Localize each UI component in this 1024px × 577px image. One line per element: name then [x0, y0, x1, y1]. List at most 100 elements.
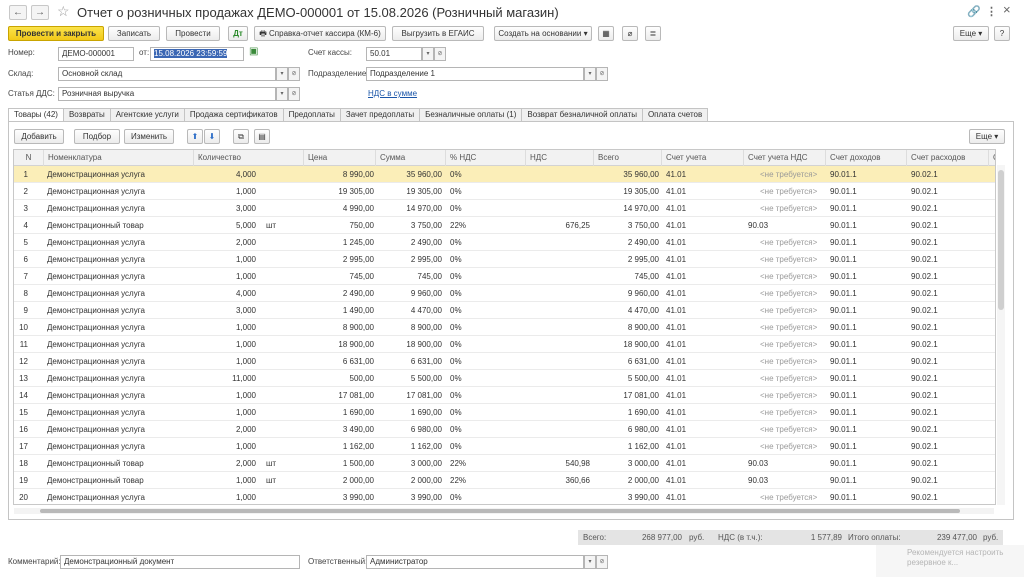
close-icon[interactable]: × — [1003, 2, 1011, 17]
responsible-open-icon[interactable]: ⊘ — [596, 555, 608, 569]
add-row-button[interactable]: Добавить — [14, 129, 64, 144]
table-cell: Демонстрационная услуга — [47, 187, 145, 196]
table-row[interactable]: 20 Демонстрационная услуга 1,000 3 990,00 3 … — [14, 489, 995, 504]
table-row[interactable]: 14 Демонстрационная услуга 1,000 17 081,00 1… — [14, 387, 995, 404]
table-row[interactable]: 15 Демонстрационная услуга 1,000 1 690,00 1 … — [14, 404, 995, 421]
help-button[interactable]: ? — [994, 26, 1010, 41]
warehouse-open-icon[interactable]: ⊘ — [288, 67, 300, 81]
table-cell: 5 500,00 — [627, 374, 659, 383]
menu-dots-icon[interactable]: ⋮ — [986, 5, 997, 18]
post-button[interactable]: Провести — [166, 26, 220, 41]
table-row[interactable]: 6 Демонстрационная услуга 1,000 2 995,00 2 9… — [14, 251, 995, 268]
forward-button[interactable]: → — [31, 5, 49, 20]
column-header[interactable]: Счет учета НДС — [744, 150, 826, 166]
copy-icon[interactable]: ⧉ — [233, 129, 249, 144]
vertical-scroll-thumb[interactable] — [998, 170, 1004, 310]
table-row[interactable]: 4 Демонстрационный товар 5,000 шт 750,00 3 75… — [14, 217, 995, 234]
warehouse-dropdown[interactable]: ▾ — [276, 67, 288, 81]
tab-certificates[interactable]: Продажа сертификатов — [183, 108, 284, 122]
tab-agent-services[interactable]: Агентские услуги — [109, 108, 185, 122]
backup-notification[interactable]: Рекомендуется настроить резервное к... — [876, 545, 1024, 577]
responsible-field[interactable]: Администратор — [366, 555, 584, 569]
calendar-icon[interactable]: ▣ — [249, 46, 261, 60]
responsible-dropdown[interactable]: ▾ — [584, 555, 596, 569]
division-field[interactable]: Подразделение 1 — [366, 67, 584, 81]
table-row[interactable]: 10 Демонстрационная услуга 1,000 8 900,00 8 … — [14, 319, 995, 336]
number-field[interactable]: ДЕМО-000001 — [58, 47, 134, 61]
column-header[interactable]: НДС — [526, 150, 594, 166]
table-cell: Демонстрационный товар — [47, 476, 144, 485]
back-button[interactable]: ← — [9, 5, 27, 20]
table-cell — [526, 200, 590, 217]
column-header[interactable]: Счет учета — [662, 150, 744, 166]
table-row[interactable]: 9 Демонстрационная услуга 3,000 1 490,00 4 4… — [14, 302, 995, 319]
post-and-close-button[interactable]: Провести и закрыть — [8, 26, 104, 41]
vat-in-sum-link[interactable]: НДС в сумме — [368, 89, 417, 98]
select-button[interactable]: Подбор — [74, 129, 120, 144]
km6-report-button[interactable]: 🖶 Справка-отчет кассира (КМ-6) — [254, 26, 386, 41]
table-row[interactable]: 8 Демонстрационная услуга 4,000 2 490,00 9 9… — [14, 285, 995, 302]
tab-cashless-payments[interactable]: Безналичные оплаты (1) — [419, 108, 523, 122]
table-row[interactable]: 19 Демонстрационный товар 1,000 шт 2 000,00 2… — [14, 472, 995, 489]
dds-dropdown[interactable]: ▾ — [276, 87, 288, 101]
cash-account-open-icon[interactable]: ⊘ — [434, 47, 446, 61]
cash-account-dropdown[interactable]: ▾ — [422, 47, 434, 61]
tab-prepayment-offset[interactable]: Зачет предоплаты — [339, 108, 421, 122]
table-cell: 2 — [23, 187, 28, 196]
column-header[interactable]: Номенклатура — [44, 150, 194, 166]
horizontal-scroll-thumb[interactable] — [40, 509, 960, 513]
table-row[interactable]: 12 Демонстрационная услуга 1,000 6 631,00 6 … — [14, 353, 995, 370]
move-up-icon[interactable]: ⬆ — [187, 129, 203, 144]
tab-prepayments[interactable]: Предоплаты — [282, 108, 341, 122]
table-cell: 41.01 — [666, 493, 687, 502]
column-header[interactable]: Счет доходов — [826, 150, 907, 166]
division-open-icon[interactable]: ⊘ — [596, 67, 608, 81]
create-based-on-button[interactable]: Создать на основании ▾ — [494, 26, 592, 41]
structure-icon[interactable]: ▦ — [598, 26, 614, 41]
table-cell: 22% — [450, 476, 467, 485]
table-row[interactable]: 7 Демонстрационная услуга 1,000 745,00 745,0… — [14, 268, 995, 285]
table-cell: <не требуется> — [760, 374, 818, 383]
cash-account-field[interactable]: 50.01 — [366, 47, 422, 61]
table-row[interactable]: 16 Демонстрационная услуга 2,000 3 490,00 6 … — [14, 421, 995, 438]
save-button[interactable]: Записать — [108, 26, 160, 41]
column-header[interactable]: С — [989, 150, 995, 166]
tab-cashless-return[interactable]: Возврат безналичной оплаты — [521, 108, 643, 122]
chevron-down-icon: ▾ — [583, 29, 588, 38]
comment-field[interactable]: Демонстрационный документ — [60, 555, 300, 569]
table-row[interactable]: 13 Демонстрационная услуга 11,000 500,00 5 5… — [14, 370, 995, 387]
more-button[interactable]: Еще ▾ — [953, 26, 989, 41]
table-row[interactable]: 18 Демонстрационный товар 2,000 шт 1 500,00 3… — [14, 455, 995, 472]
link-icon[interactable]: 🔗 — [967, 5, 981, 18]
column-header[interactable]: Количество — [194, 150, 304, 166]
division-dropdown[interactable]: ▾ — [584, 67, 596, 81]
report-icon[interactable]: ≣ — [645, 26, 661, 41]
table-row[interactable]: 17 Демонстрационная услуга 1,000 1 162,00 1 … — [14, 438, 995, 455]
tab-returns[interactable]: Возвраты — [62, 108, 111, 122]
dds-field[interactable]: Розничная выручка — [58, 87, 276, 101]
move-down-icon[interactable]: ⬇ — [204, 129, 220, 144]
column-header[interactable]: Всего — [594, 150, 662, 166]
change-button[interactable]: Изменить — [124, 129, 174, 144]
column-header[interactable]: Цена — [304, 150, 376, 166]
table-cell: 41.01 — [666, 221, 687, 230]
dt-kt-icon[interactable]: Дт — [228, 26, 248, 41]
table-row[interactable]: 2 Демонстрационная услуга 1,000 19 305,00 19… — [14, 183, 995, 200]
favorite-star-icon[interactable]: ☆ — [57, 3, 70, 20]
column-header[interactable]: Счет расходов — [907, 150, 989, 166]
paste-icon[interactable]: ▤ — [254, 129, 270, 144]
column-header[interactable]: % НДС — [446, 150, 526, 166]
tab-invoice-payments[interactable]: Оплата счетов — [641, 108, 709, 122]
warehouse-field[interactable]: Основной склад — [58, 67, 276, 81]
table-more-button[interactable]: Еще ▾ — [969, 129, 1005, 144]
dds-open-icon[interactable]: ⊘ — [288, 87, 300, 101]
table-row[interactable]: 11 Демонстрационная услуга 1,000 18 900,00 1… — [14, 336, 995, 353]
date-field[interactable]: 15.08.2026 23:59:59 — [150, 47, 244, 61]
column-header[interactable]: N — [14, 150, 44, 166]
attachment-icon[interactable]: ⌀ — [622, 26, 638, 41]
table-row[interactable]: 5 Демонстрационная услуга 2,000 1 245,00 2 4… — [14, 234, 995, 251]
column-header[interactable]: Сумма — [376, 150, 446, 166]
table-row[interactable]: 1 Демонстрационная услуга 4,000 8 990,00 35 … — [14, 166, 995, 183]
egais-upload-button[interactable]: Выгрузить в ЕГАИС — [392, 26, 484, 41]
table-row[interactable]: 3 Демонстрационная услуга 3,000 4 990,00 14 … — [14, 200, 995, 217]
